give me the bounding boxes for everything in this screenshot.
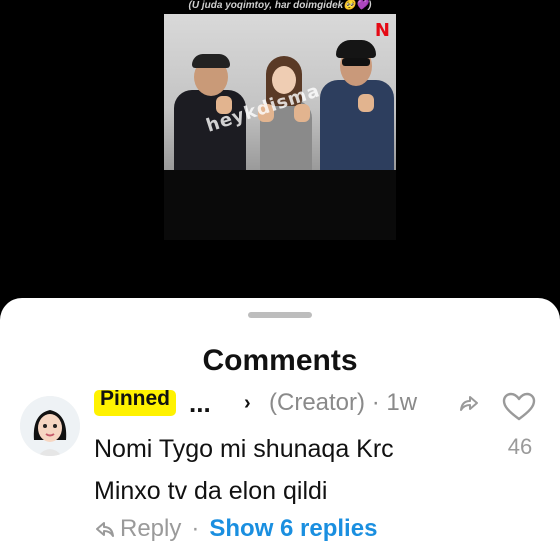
comment-text-line-2: Minxo tv da elon qildi bbox=[94, 477, 328, 505]
like-count: 46 bbox=[507, 434, 533, 459]
heart-outline-icon[interactable] bbox=[502, 392, 536, 422]
comment-time: 1w bbox=[386, 389, 418, 416]
comments-sheet: Comments Pinned ... › (Creator) · 1w 46 … bbox=[0, 298, 560, 560]
show-replies-button[interactable]: Show 6 replies bbox=[209, 514, 377, 544]
comments-title: Comments bbox=[202, 344, 358, 377]
video-thumbnail-image: N heykdisma bbox=[164, 14, 396, 170]
comment-text-line-1: Nomi Tygo mi shunaqa Krc bbox=[94, 435, 394, 463]
comment-actions: Reply · Show 6 replies bbox=[94, 514, 377, 544]
pinned-badge: Pinned bbox=[94, 390, 177, 416]
comment-meta: (Creator) · 1w bbox=[269, 389, 418, 416]
author-name[interactable]: ... bbox=[189, 390, 211, 416]
video-player[interactable]: (U juda yoqimtoy, har doimgidek🥺💜) N hey… bbox=[0, 0, 560, 300]
avatar[interactable] bbox=[20, 396, 80, 456]
comment-text: Nomi Tygo mi shunaqa Krc Minxo tv da elo… bbox=[94, 428, 394, 512]
reply-arrow-icon[interactable] bbox=[94, 518, 116, 540]
chevron-right-icon: › bbox=[244, 392, 251, 414]
video-caption: (U juda yoqimtoy, har doimgidek🥺💜) bbox=[188, 0, 372, 11]
sheet-drag-handle[interactable] bbox=[248, 312, 312, 318]
share-arrow-icon[interactable] bbox=[458, 392, 480, 414]
reply-button[interactable]: Reply bbox=[120, 514, 181, 544]
video-frame: N heykdisma bbox=[164, 14, 396, 240]
person-figure-right bbox=[314, 38, 396, 170]
creator-label: (Creator) bbox=[269, 389, 366, 416]
